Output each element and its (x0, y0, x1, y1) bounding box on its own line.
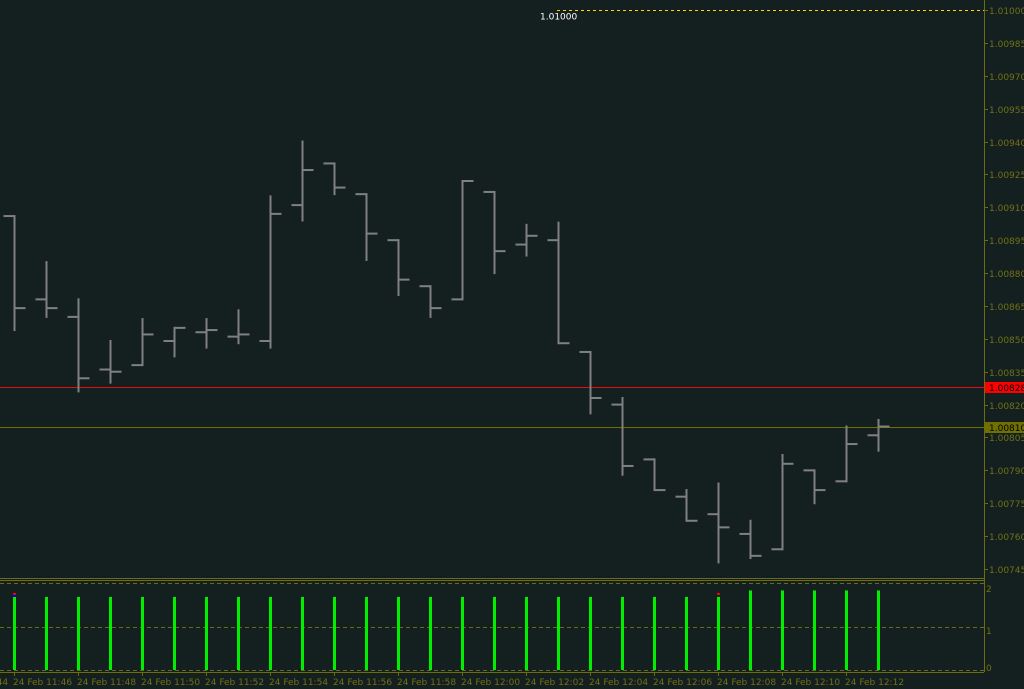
price-tick-label: 1.00850 (989, 336, 1024, 346)
volume-bar (141, 596, 144, 670)
volume-bar (781, 590, 784, 670)
time-tick-label: 24 Feb 11:48 (77, 678, 136, 688)
volume-bar (237, 596, 240, 670)
volume-bar (77, 596, 80, 670)
time-tick-label: 24 Feb 12:10 (781, 678, 840, 688)
volume-tick-label: 0 (986, 664, 992, 674)
volume-marker (13, 594, 16, 597)
volume-bar (653, 596, 656, 670)
price-tick-label: 1.00775 (989, 500, 1024, 510)
volume-bar (109, 596, 112, 670)
time-tick-label: 24 Feb 12:12 (845, 678, 904, 688)
volume-bar (365, 596, 368, 670)
volume-bar (717, 596, 720, 670)
volume-bar (685, 596, 688, 670)
price-tick-label: 1.00910 (989, 204, 1024, 214)
volume-marker (13, 592, 16, 595)
time-tick-label: 24 Feb 11:46 (13, 678, 72, 688)
time-tick-label: 24 Feb 12:00 (461, 678, 520, 688)
volume-marker (717, 592, 720, 595)
volume-bar (173, 596, 176, 670)
volume-bar (557, 596, 560, 670)
volume-bar (493, 596, 496, 670)
price-tick-label: 1.00790 (989, 467, 1024, 477)
level-label: 1.01000 (540, 13, 577, 23)
volume-bar (525, 596, 528, 670)
time-tick-label: 24 Feb 11:54 (269, 678, 328, 688)
price-tick-label: 1.00805 (989, 434, 1024, 444)
price-tick-label: 1.01000 (989, 7, 1024, 17)
chart-background (0, 0, 1024, 689)
price-tick-label: 1.00970 (989, 73, 1024, 83)
volume-bar (749, 590, 752, 670)
price-tick-label: 1.00745 (989, 566, 1024, 576)
volume-bar (333, 596, 336, 670)
volume-bar (877, 590, 880, 670)
price-tick-label: 1.00760 (989, 533, 1024, 543)
volume-bar (589, 596, 592, 670)
volume-bar (269, 596, 272, 670)
volume-bar (13, 596, 16, 670)
volume-bar (461, 596, 464, 670)
time-tick-label: 24 Feb 11:44 (0, 678, 8, 688)
time-tick-label: 24 Feb 12:08 (717, 678, 776, 688)
volume-bar (429, 596, 432, 670)
price-tick-label: 1.00985 (989, 40, 1024, 50)
price-tick-label: 1.00940 (989, 139, 1024, 149)
price-tick-label: 1.00865 (989, 303, 1024, 313)
price-tick-label: 1.00925 (989, 171, 1024, 181)
time-tick-label: 24 Feb 12:06 (653, 678, 712, 688)
volume-bar (813, 590, 816, 670)
price-tick-label: 1.00880 (989, 270, 1024, 280)
ask-price-label: 1.00828 (989, 384, 1024, 394)
volume-bar (205, 596, 208, 670)
volume-tick-label: 2 (986, 585, 992, 595)
price-tick-label: 1.00835 (989, 369, 1024, 379)
volume-bar (397, 596, 400, 670)
time-tick-label: 24 Feb 11:58 (397, 678, 456, 688)
time-tick-label: 24 Feb 12:02 (525, 678, 584, 688)
volume-tick-label: 1 (986, 627, 992, 637)
time-tick-label: 24 Feb 11:56 (333, 678, 392, 688)
volume-bar (621, 596, 624, 670)
price-tick-label: 1.00955 (989, 106, 1024, 116)
time-tick-label: 24 Feb 12:04 (589, 678, 648, 688)
time-tick-label: 24 Feb 11:52 (205, 678, 264, 688)
volume-bar (45, 596, 48, 670)
volume-bar (845, 590, 848, 670)
time-tick-label: 24 Feb 11:50 (141, 678, 200, 688)
price-chart[interactable]: 1.01000 2 1 0 1.01000 1.00985 1.00970 1.00955… (0, 0, 1024, 689)
volume-bar (301, 596, 304, 670)
price-tick-label: 1.00820 (989, 402, 1024, 412)
price-tick-label: 1.00895 (989, 237, 1024, 247)
bid-price-label: 1.00810 (989, 424, 1024, 434)
